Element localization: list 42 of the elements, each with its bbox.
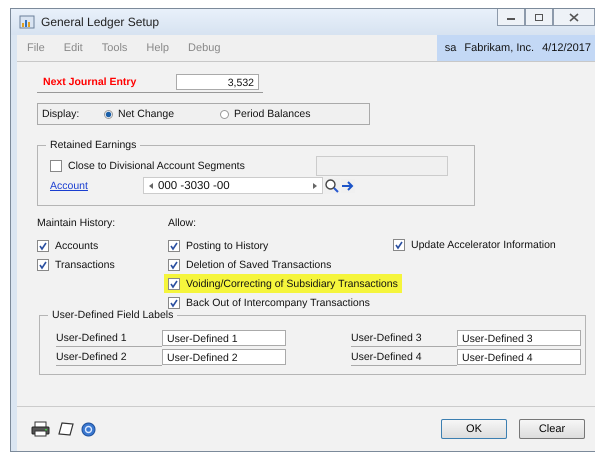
- text-field[interactable]: User-Defined 3: [457, 330, 581, 346]
- check-icon: [394, 240, 404, 250]
- dialog-button[interactable]: Clear: [519, 419, 585, 439]
- window-title: General Ledger Setup: [41, 15, 160, 29]
- field-label: Next Journal Entry: [42, 76, 138, 88]
- dialog-button[interactable]: OK: [441, 419, 507, 439]
- user-date: 4/12/2017: [542, 42, 591, 54]
- maximize-icon: [534, 12, 544, 22]
- close-icon: [569, 12, 579, 22]
- right-arrow-icon[interactable]: [311, 182, 319, 190]
- left-arrow-icon[interactable]: [147, 182, 155, 190]
- checkbox-option[interactable]: Posting to History: [168, 236, 393, 255]
- group-title: Retained Earnings: [46, 139, 140, 151]
- note-icon[interactable]: [57, 421, 75, 437]
- radio-option[interactable]: Period Balances: [220, 108, 336, 120]
- checkbox-option[interactable]: Transactions: [37, 255, 168, 274]
- printer-icon[interactable]: [31, 421, 51, 437]
- checkbox-option[interactable]: Back Out of Intercompany Transactions: [168, 293, 393, 312]
- section-label: Maintain History:: [37, 217, 116, 231]
- account-link[interactable]: Account: [50, 180, 142, 192]
- radio-option[interactable]: Net Change: [104, 108, 220, 120]
- close-button[interactable]: [553, 9, 595, 26]
- checkbox-option[interactable]: Update Accelerator Information: [393, 235, 556, 254]
- section-label: Allow:: [168, 217, 198, 231]
- checkbox-option[interactable]: Close to Divisional Account Segments: [50, 156, 245, 176]
- user-name: sa: [444, 42, 456, 54]
- display-label: Display:: [42, 108, 80, 120]
- app-icon: [19, 14, 35, 30]
- text-field[interactable]: User-Defined 2: [162, 349, 286, 365]
- account-field[interactable]: 000 -3030 -00: [143, 177, 323, 194]
- group-title: User-Defined Field Labels: [48, 309, 178, 321]
- checkbox-option[interactable]: Accounts: [37, 236, 168, 255]
- company-name: Fabrikam, Inc.: [464, 42, 534, 54]
- text-field[interactable]: User-Defined 1: [162, 330, 286, 346]
- text-field[interactable]: User-Defined 4: [457, 349, 581, 365]
- checkbox-option[interactable]: Deletion of Saved Transactions: [168, 255, 393, 274]
- blank-field[interactable]: [316, 156, 448, 176]
- maximize-button[interactable]: [525, 9, 553, 26]
- help-icon[interactable]: [81, 422, 96, 436]
- minimize-button[interactable]: [497, 9, 525, 26]
- checkbox-option[interactable]: Voiding/Correcting of Subsidiary Transactions: [164, 274, 402, 293]
- journal-entry-field[interactable]: 3,532: [176, 74, 259, 90]
